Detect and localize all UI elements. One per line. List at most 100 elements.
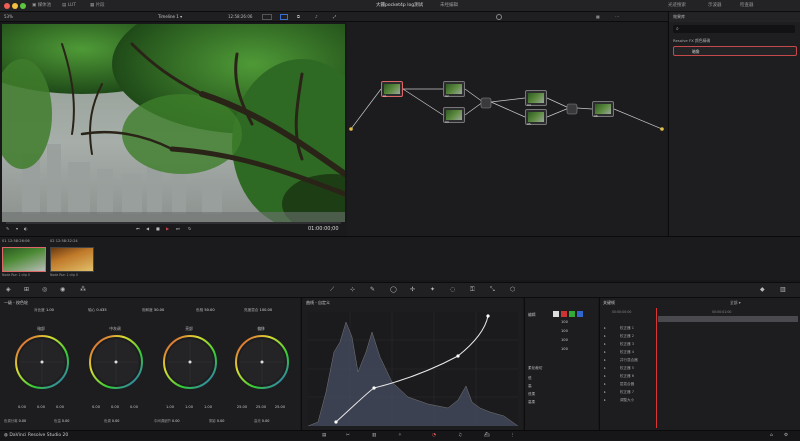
keyframes-icon[interactable]: ◆ (760, 286, 765, 293)
keyframe-row[interactable]: ▸ 校正器 3 (600, 340, 800, 348)
fullscreen-icon[interactable]: ⤢ (333, 12, 336, 22)
node-04[interactable]: 04 (525, 90, 547, 107)
tint-param[interactable]: 色调分离 0.00 (4, 418, 26, 423)
keyframe-row[interactable]: ▸ 校正器 4 (600, 348, 800, 356)
expand-icon[interactable]: ▸ (604, 326, 606, 330)
keyframes-mode-select[interactable]: 全部 ▾ (730, 300, 741, 306)
node-editor[interactable]: 01 02 03 04 05 06 (347, 22, 667, 236)
hdr-icon[interactable]: ◉ (60, 286, 65, 293)
tracker-icon[interactable]: ✢ (410, 286, 415, 293)
scopes-panel-icon[interactable]: ▥ (780, 286, 786, 293)
channel-b-button[interactable] (577, 311, 583, 317)
channel-value[interactable]: 100 (561, 338, 568, 342)
expand-icon[interactable]: ▸ (604, 382, 606, 386)
minimize-window-icon[interactable] (12, 3, 18, 9)
node-zoom-icon[interactable] (496, 14, 502, 20)
window-icon[interactable]: ◯ (390, 286, 397, 293)
expand-icon[interactable]: ▸ (604, 390, 606, 394)
timeline-selector[interactable]: Timeline 1 ▾ (158, 12, 182, 22)
node-options-icon[interactable]: ⋯ (615, 12, 619, 22)
color-warper-icon[interactable]: ⊹ (350, 286, 355, 293)
expand-icon[interactable]: ▸ (604, 398, 606, 402)
keyframe-row[interactable]: ▸ 校正器 6 (600, 372, 800, 380)
wheel-lift[interactable]: 暗部 0.00 0.00 0.00 (6, 308, 76, 428)
play-icon[interactable]: ▶ (166, 226, 169, 231)
curve-point[interactable] (456, 354, 460, 358)
color-wheels-icon[interactable]: ◎ (42, 286, 47, 293)
split-screen-icon[interactable]: ⧉ (297, 12, 300, 22)
viewer-scrubber[interactable] (6, 222, 341, 224)
keyframe-row[interactable]: ▸ 校正器 1 (600, 324, 800, 332)
highlights-param[interactable]: 高光 0.00 (254, 418, 269, 423)
first-frame-icon[interactable]: ⏮ (136, 226, 140, 231)
viewer-mode-icon[interactable]: ▾ (16, 226, 18, 231)
expand-icon[interactable]: ▸ (604, 350, 606, 354)
keyframe-row[interactable]: ▸ 层混合器 (600, 380, 800, 388)
blur-icon[interactable]: ◌ (450, 286, 455, 293)
offset-wheel-graphic[interactable] (234, 334, 290, 390)
image-wipe-icon[interactable] (280, 14, 288, 20)
loop-icon[interactable]: ↻ (188, 226, 191, 231)
keyframe-row[interactable]: ▸ 校正器 2 (600, 332, 800, 340)
lift-wheel-graphic[interactable] (14, 334, 70, 390)
wipe-icon[interactable]: ◐ (24, 226, 28, 231)
keyframe-master-track[interactable] (658, 316, 798, 322)
fx-search-input[interactable]: ⌕ (673, 25, 795, 33)
channel-g-button[interactable] (569, 311, 575, 317)
close-window-icon[interactable] (4, 3, 10, 9)
gain-wheel-graphic[interactable] (162, 334, 218, 390)
stop-icon[interactable]: ■ (156, 226, 160, 231)
node-06[interactable]: 06 (592, 101, 614, 118)
key-icon[interactable]: ⚿ (470, 286, 475, 294)
zoom-level[interactable]: 53% (4, 12, 13, 22)
inspector-button[interactable]: 检查器 (740, 0, 754, 12)
keyframe-row[interactable]: ▸ 校正器 7 (600, 388, 800, 396)
channel-r-button[interactable] (561, 311, 567, 317)
3d-icon[interactable]: ⬡ (510, 286, 515, 293)
shadows-param[interactable]: 阴影 0.00 (209, 418, 224, 423)
channel-value[interactable]: 100 (561, 347, 568, 351)
curve-point[interactable] (486, 314, 490, 318)
curves-icon[interactable]: ⟋ (330, 286, 334, 294)
lightbox-button[interactable]: 光迹搜索 (668, 0, 686, 12)
maximize-window-icon[interactable] (20, 3, 26, 9)
node-02[interactable]: 02 (443, 81, 465, 98)
midtone-detail-param[interactable]: 中间调细节 0.00 (154, 418, 180, 423)
clip-1-thumbnail[interactable] (2, 247, 46, 272)
qualifier-icon[interactable]: ✎ (370, 286, 375, 293)
expand-icon[interactable]: ▸ (604, 366, 606, 370)
fx-item-vignette[interactable]: 暗角 (673, 46, 797, 56)
sizing-icon[interactable]: ⤡ (490, 286, 495, 294)
color-match-icon[interactable]: ⊞ (24, 286, 29, 293)
channel-y-button[interactable] (553, 311, 559, 317)
node-03[interactable]: 03 (443, 107, 465, 124)
video-viewer[interactable] (2, 24, 345, 222)
curve-graph[interactable] (308, 312, 518, 426)
keyframe-row[interactable]: ▸ 校正器 5 (600, 364, 800, 372)
magic-mask-icon[interactable]: ✦ (430, 286, 435, 293)
channel-value[interactable]: 100 (561, 329, 568, 333)
grid-view-icon[interactable]: ▦ (596, 12, 600, 22)
rgb-mixer-icon[interactable]: ⁂ (80, 286, 86, 293)
channel-value[interactable]: 100 (561, 320, 568, 324)
node-05[interactable]: 05 (525, 109, 547, 126)
clip-2-thumbnail[interactable] (50, 247, 94, 272)
keyframe-row[interactable]: ▸ 调整大小 (600, 396, 800, 404)
wheel-gain[interactable]: 亮部 1.00 1.00 1.00 (154, 308, 224, 428)
clip-options-icon[interactable] (262, 14, 272, 20)
wheel-offset[interactable]: 偏移 25.00 25.00 25.00 (226, 308, 296, 428)
camera-raw-icon[interactable]: ◈ (6, 286, 11, 293)
rewind-icon[interactable]: ◀ (146, 226, 149, 231)
tint2-param[interactable]: 色调 0.00 (104, 418, 119, 423)
curve-point[interactable] (334, 420, 338, 424)
keyframe-row[interactable]: ▸ 并行混合器 (600, 356, 800, 364)
pen-icon[interactable]: ✎ (6, 226, 9, 231)
temp-param[interactable]: 色温 0.00 (54, 418, 69, 423)
highlight-icon[interactable]: ♪ (315, 12, 318, 22)
expand-icon[interactable]: ▸ (604, 374, 606, 378)
scopes-button[interactable]: 示波器 (708, 0, 722, 12)
last-frame-icon[interactable]: ⏭ (176, 226, 180, 231)
gamma-wheel-graphic[interactable] (88, 334, 144, 390)
expand-icon[interactable]: ▸ (604, 358, 606, 362)
curve-point[interactable] (372, 386, 376, 390)
